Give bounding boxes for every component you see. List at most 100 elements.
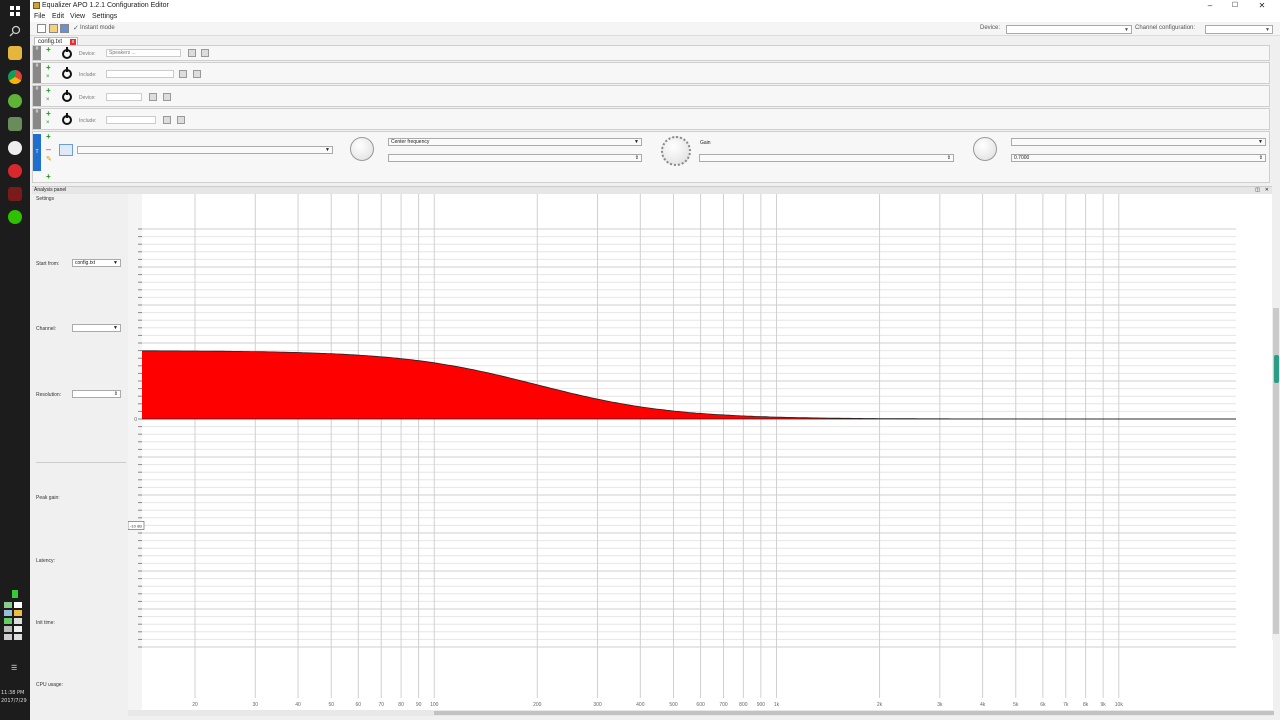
edit-file-icon[interactable] — [193, 70, 201, 78]
menu-settings[interactable]: Settings — [92, 13, 117, 20]
file-explorer-icon[interactable] — [8, 46, 22, 60]
q-mode-select[interactable]: ▼ — [1011, 138, 1266, 146]
add-filter-icon[interactable]: + — [46, 64, 51, 72]
remove-icon[interactable] — [163, 93, 171, 101]
channel-select[interactable]: ▼ — [72, 324, 121, 332]
filter-type-select[interactable]: ▼ — [77, 146, 333, 154]
app-dark-red-icon[interactable] — [8, 187, 22, 201]
instant-mode-label[interactable]: Instant mode — [80, 25, 115, 31]
title-bar: Equalizer APO 1.2.1 Configuration Editor… — [30, 0, 1280, 12]
move-icon[interactable]: × — [46, 97, 50, 103]
power-icon[interactable] — [62, 113, 72, 125]
menu-edit[interactable]: Edit — [52, 13, 64, 20]
instant-mode-checkbox-icon[interactable]: ✓ — [73, 24, 79, 32]
x-tick-label: 10k — [1115, 702, 1124, 708]
spinner-icon[interactable]: ⇕ — [635, 155, 639, 162]
include-file-field[interactable] — [106, 70, 174, 78]
menu-view[interactable]: View — [70, 13, 85, 20]
vertical-scrollbar[interactable] — [1272, 40, 1280, 640]
chevron-down-icon: ▼ — [325, 147, 330, 153]
row-marker[interactable]: # — [33, 46, 41, 60]
add-filter-icon[interactable]: + — [46, 46, 51, 54]
start-from-select[interactable]: config.txt ▼ — [72, 259, 121, 267]
channel-config-select[interactable]: ▼ — [1205, 25, 1273, 34]
select-device-icon[interactable] — [188, 49, 196, 57]
open-file-icon[interactable] — [179, 70, 187, 78]
x-tick-label: 700 — [719, 702, 728, 708]
start-menu-icon[interactable] — [8, 4, 22, 18]
folder-icon[interactable] — [8, 117, 22, 131]
device-field-value: Speakers ... — [109, 50, 136, 56]
horizontal-scrollbar-thumb[interactable] — [434, 711, 1274, 715]
minimize-button[interactable]: – — [1200, 0, 1220, 12]
close-button[interactable]: ✕ — [1252, 0, 1272, 12]
netease-music-icon[interactable] — [8, 164, 22, 178]
row-marker-text: # — [35, 63, 39, 69]
edit-filter-icon[interactable]: ✎ — [46, 156, 52, 163]
device-select[interactable]: ▼ — [1006, 25, 1132, 34]
move-icon[interactable]: × — [46, 120, 50, 126]
menu-file[interactable]: File — [34, 13, 45, 20]
close-panel-icon[interactable]: ✕ — [1265, 187, 1269, 194]
include-file-field[interactable] — [106, 116, 156, 124]
search-icon[interactable] — [8, 24, 22, 38]
resolution-input[interactable]: ⇕ — [72, 390, 121, 398]
row-marker[interactable]: # — [33, 86, 41, 106]
frequency-response-plot[interactable]: 20 30 40 50 60 70 80 90 100 200 300 400 500 600 700 800… — [127, 194, 1273, 710]
cpu-usage-label: CPU usage: — [36, 682, 63, 688]
frequency-response-svg[interactable]: 20 30 40 50 60 70 80 90 100 200 300 400 500 600 700 800… — [127, 194, 1273, 710]
frequency-knob[interactable] — [350, 137, 374, 161]
horizontal-scrollbar[interactable] — [128, 710, 1274, 716]
clock-date[interactable]: 2017/7/29 — [1, 698, 27, 704]
chevron-down-icon: ▼ — [113, 260, 118, 266]
maximize-button[interactable]: ☐ — [1225, 0, 1245, 12]
app-green-icon[interactable] — [8, 94, 22, 108]
row-marker[interactable]: # — [33, 109, 41, 129]
chrome-icon[interactable] — [8, 70, 22, 84]
power-icon[interactable] — [62, 90, 72, 102]
frequency-mode-select[interactable]: Center frequency ▼ — [388, 138, 642, 146]
power-icon[interactable] — [62, 47, 72, 59]
x-tick-label: 8k — [1083, 702, 1089, 708]
remove-filter-icon[interactable]: – — [46, 145, 51, 154]
open-file-icon[interactable] — [49, 24, 58, 33]
save-file-icon[interactable] — [60, 24, 69, 33]
wechat-icon[interactable] — [8, 210, 22, 224]
q-knob[interactable] — [973, 137, 997, 161]
gain-knob[interactable] — [661, 136, 691, 166]
remove-icon[interactable] — [201, 49, 209, 57]
move-icon[interactable]: × — [46, 74, 50, 80]
open-file-icon[interactable] — [163, 116, 171, 124]
q-value: 0.7000 — [1014, 155, 1030, 161]
spinner-icon[interactable]: ⇕ — [1259, 155, 1263, 162]
select-device-icon[interactable] — [149, 93, 157, 101]
row-marker-text: # — [35, 46, 39, 52]
filter-row-device-1: # + Device: Speakers ... — [32, 45, 1270, 61]
add-filter-icon[interactable]: + — [46, 133, 51, 141]
float-panel-icon[interactable]: ◫ — [1255, 187, 1260, 194]
window-title: Equalizer APO 1.2.1 Configuration Editor — [42, 2, 169, 9]
spinner-icon[interactable]: ⇕ — [114, 391, 118, 398]
row-marker[interactable]: T — [33, 134, 41, 171]
tray-icons[interactable] — [4, 590, 26, 660]
add-filter-icon[interactable]: + — [46, 110, 51, 118]
notification-icon[interactable]: ☰ — [11, 664, 17, 672]
frequency-input[interactable]: ⇕ — [388, 154, 642, 162]
x-tick-label: 5k — [1013, 702, 1019, 708]
add-filter-icon[interactable]: + — [46, 87, 51, 95]
new-file-icon[interactable] — [37, 24, 46, 33]
x-tick-label: 70 — [378, 702, 384, 708]
response-fill — [142, 350, 1236, 419]
device-field[interactable] — [106, 93, 142, 101]
row-marker[interactable]: # — [33, 63, 41, 83]
clock-time[interactable]: 11:38 PM — [1, 690, 24, 696]
device-field[interactable]: Speakers ... — [106, 49, 181, 57]
app-white-icon[interactable] — [8, 141, 22, 155]
gain-input[interactable]: ⇕ — [699, 154, 954, 162]
q-input[interactable]: 0.7000 ⇕ — [1011, 154, 1266, 162]
y-cursor-label: -10 dB — [130, 523, 142, 528]
spinner-icon[interactable]: ⇕ — [947, 155, 951, 162]
add-filter-icon-bottom[interactable]: + — [46, 173, 51, 181]
power-icon[interactable] — [62, 67, 72, 79]
edit-file-icon[interactable] — [177, 116, 185, 124]
